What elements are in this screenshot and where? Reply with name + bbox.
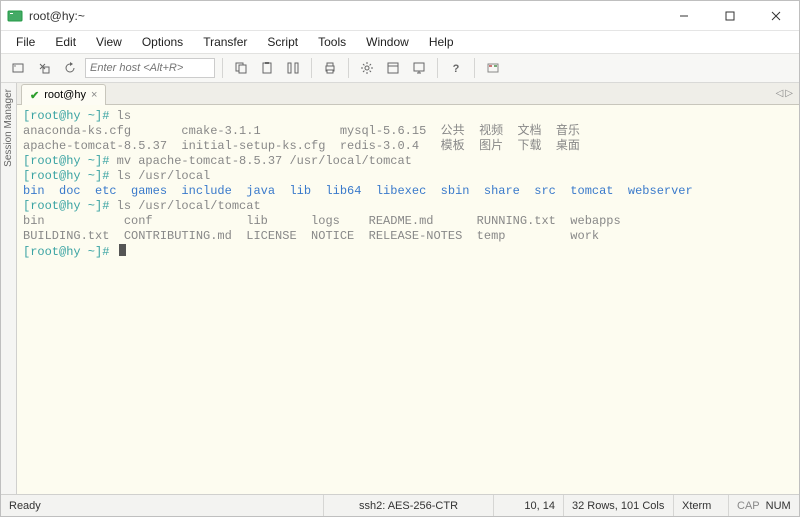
toolbar-sep bbox=[348, 58, 349, 78]
cmd: mv apache-tomcat-8.5.37 /usr/local/tomca… bbox=[117, 154, 412, 168]
prompt: [root@hy ~]# bbox=[23, 245, 117, 259]
host-input[interactable] bbox=[85, 58, 215, 78]
menu-script[interactable]: Script bbox=[258, 33, 307, 51]
tab-navigation: ◁ ▷ bbox=[776, 83, 799, 104]
statusbar: Ready ssh2: AES-256-CTR 10, 14 32 Rows, … bbox=[1, 494, 799, 516]
app-icon bbox=[7, 8, 23, 24]
menu-window[interactable]: Window bbox=[357, 33, 418, 51]
menu-tools[interactable]: Tools bbox=[309, 33, 355, 51]
status-protocol: ssh2: AES-256-CTR bbox=[324, 495, 494, 516]
status-pos: 10, 14 bbox=[494, 495, 564, 516]
output: bin conf lib logs README.md RUNNING.txt … bbox=[23, 214, 793, 229]
disconnect-icon[interactable] bbox=[33, 57, 55, 79]
check-icon: ✔ bbox=[30, 89, 39, 102]
cursor bbox=[119, 244, 126, 256]
window-title: root@hy:~ bbox=[29, 9, 661, 23]
menu-transfer[interactable]: Transfer bbox=[194, 33, 256, 51]
cmd: ls bbox=[117, 109, 131, 123]
toolbar: ? bbox=[1, 53, 799, 83]
toolbar-sep bbox=[222, 58, 223, 78]
toolbar-sep bbox=[311, 58, 312, 78]
tab-session[interactable]: ✔ root@hy × bbox=[21, 84, 106, 105]
status-lock: CAP NUM bbox=[729, 495, 799, 516]
reconnect-icon[interactable] bbox=[59, 57, 81, 79]
close-button[interactable] bbox=[753, 1, 799, 31]
svg-text:?: ? bbox=[453, 63, 460, 75]
status-size: 32 Rows, 101 Cols bbox=[564, 495, 674, 516]
output: bin doc etc games include java lib lib64… bbox=[23, 184, 793, 199]
tab-label: root@hy bbox=[44, 89, 86, 101]
status-ready: Ready bbox=[1, 495, 324, 516]
output: anaconda-ks.cfg cmake-3.1.1 mysql-5.6.15… bbox=[23, 124, 793, 139]
menu-view[interactable]: View bbox=[87, 33, 131, 51]
extra-icon[interactable] bbox=[482, 57, 504, 79]
toolbar-sep bbox=[437, 58, 438, 78]
tab-prev-icon[interactable]: ◁ bbox=[776, 88, 784, 99]
find-icon[interactable] bbox=[282, 57, 304, 79]
connect-icon[interactable] bbox=[7, 57, 29, 79]
tab-close-icon[interactable]: × bbox=[91, 89, 97, 101]
settings-icon[interactable] bbox=[356, 57, 378, 79]
app-window: root@hy:~ File Edit View Options Transfe… bbox=[0, 0, 800, 517]
tab-next-icon[interactable]: ▷ bbox=[785, 88, 793, 99]
tabbar: ✔ root@hy × ◁ ▷ bbox=[17, 83, 799, 105]
print-icon[interactable] bbox=[319, 57, 341, 79]
properties-icon[interactable] bbox=[382, 57, 404, 79]
session-icon[interactable] bbox=[408, 57, 430, 79]
prompt: [root@hy ~]# bbox=[23, 154, 117, 168]
help-icon[interactable]: ? bbox=[445, 57, 467, 79]
copy-icon[interactable] bbox=[230, 57, 252, 79]
menubar: File Edit View Options Transfer Script T… bbox=[1, 31, 799, 53]
toolbar-sep bbox=[474, 58, 475, 78]
titlebar: root@hy:~ bbox=[1, 1, 799, 31]
session-manager-tab[interactable]: Session Manager bbox=[1, 83, 17, 494]
menu-edit[interactable]: Edit bbox=[46, 33, 85, 51]
minimize-button[interactable] bbox=[661, 1, 707, 31]
output: BUILDING.txt CONTRIBUTING.md LICENSE NOT… bbox=[23, 229, 793, 244]
prompt: [root@hy ~]# bbox=[23, 109, 117, 123]
cmd: ls /usr/local bbox=[117, 169, 211, 183]
prompt: [root@hy ~]# bbox=[23, 169, 117, 183]
cmd: ls /usr/local/tomcat bbox=[117, 199, 261, 213]
status-term: Xterm bbox=[674, 495, 729, 516]
main-area: ✔ root@hy × ◁ ▷ [root@hy ~]# ls anaconda… bbox=[17, 83, 799, 494]
menu-file[interactable]: File bbox=[7, 33, 44, 51]
paste-icon[interactable] bbox=[256, 57, 278, 79]
body: Session Manager ✔ root@hy × ◁ ▷ [root@hy… bbox=[1, 83, 799, 494]
menu-options[interactable]: Options bbox=[133, 33, 192, 51]
output: apache-tomcat-8.5.37 initial-setup-ks.cf… bbox=[23, 139, 793, 154]
prompt: [root@hy ~]# bbox=[23, 199, 117, 213]
terminal[interactable]: [root@hy ~]# ls anaconda-ks.cfg cmake-3.… bbox=[17, 105, 799, 494]
maximize-button[interactable] bbox=[707, 1, 753, 31]
menu-help[interactable]: Help bbox=[420, 33, 463, 51]
